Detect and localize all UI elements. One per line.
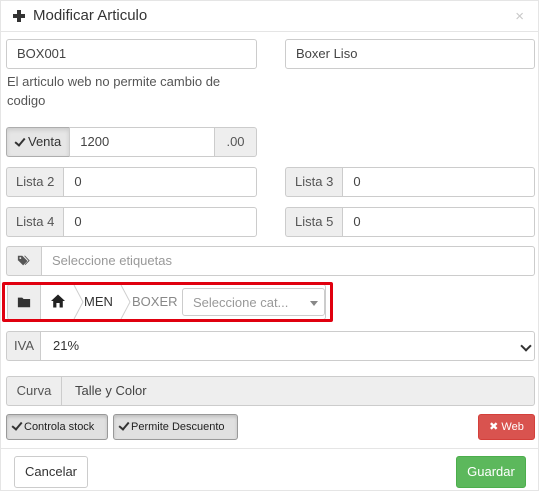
web-toggle-button[interactable]: ✖ Web — [478, 414, 535, 440]
venta-label: Venta — [28, 134, 62, 149]
discount-label: Permite Descuento — [131, 421, 225, 433]
check-icon — [119, 420, 129, 431]
curva-label: Curva — [6, 376, 61, 406]
lista5-input[interactable]: 0 — [342, 207, 535, 237]
lista4-input[interactable]: 0 — [63, 207, 257, 237]
venta-toggle-button[interactable]: Venta — [6, 127, 70, 157]
check-icon — [12, 420, 22, 431]
discount-toggle-button[interactable]: Permite Descuento — [113, 414, 238, 440]
lista2-group: Lista 2 0 — [6, 167, 257, 197]
lista3-input[interactable]: 0 — [342, 167, 535, 197]
curva-group: Curva Talle y Color — [6, 376, 535, 406]
highlight-box — [2, 282, 333, 322]
lista2-input[interactable]: 0 — [63, 167, 257, 197]
tags-icon — [17, 255, 30, 266]
stock-label: Controla stock — [24, 421, 95, 433]
plus-icon — [12, 9, 26, 23]
lista3-group: Lista 3 0 — [285, 167, 535, 197]
save-button[interactable]: Guardar — [456, 456, 526, 488]
lista4-group: Lista 4 0 — [6, 207, 257, 237]
cancel-button[interactable]: Cancelar — [14, 456, 88, 488]
x-icon: ✖ — [489, 421, 499, 433]
web-label: Web — [501, 421, 524, 433]
name-input[interactable]: Boxer Liso — [285, 39, 535, 69]
stock-toggle-button[interactable]: Controla stock — [6, 414, 108, 440]
lista2-label: Lista 2 — [6, 167, 64, 197]
lista3-label: Lista 3 — [285, 167, 343, 197]
venta-price-input[interactable]: 1200 — [69, 127, 215, 157]
lista4-label: Lista 4 — [6, 207, 64, 237]
tags-addon — [6, 246, 41, 276]
iva-select[interactable]: 21% — [40, 331, 535, 361]
footer-divider — [1, 448, 538, 449]
code-input[interactable]: BOX001 — [6, 39, 257, 69]
code-hint: El articulo web no permite cambio de cod… — [7, 74, 221, 108]
iva-value: 21% — [53, 338, 80, 353]
lista5-label: Lista 5 — [285, 207, 343, 237]
iva-label: IVA — [6, 331, 41, 361]
check-icon — [15, 136, 26, 147]
modal-header: Modificar Articulo × — [1, 1, 538, 32]
chevron-down-icon — [520, 340, 532, 352]
modal-title: Modificar Articulo — [33, 7, 148, 24]
tags-group: Seleccione etiquetas — [6, 246, 535, 276]
close-button[interactable]: × — [515, 9, 524, 24]
modify-article-modal: Modificar Articulo × BOX001 Boxer Liso E… — [0, 0, 539, 491]
lista5-group: Lista 5 0 — [285, 207, 535, 237]
curva-field: Talle y Color — [61, 376, 535, 406]
venta-group: Venta 1200 .00 — [6, 127, 257, 157]
venta-decimals: .00 — [215, 127, 257, 157]
tags-input[interactable]: Seleccione etiquetas — [41, 246, 535, 276]
